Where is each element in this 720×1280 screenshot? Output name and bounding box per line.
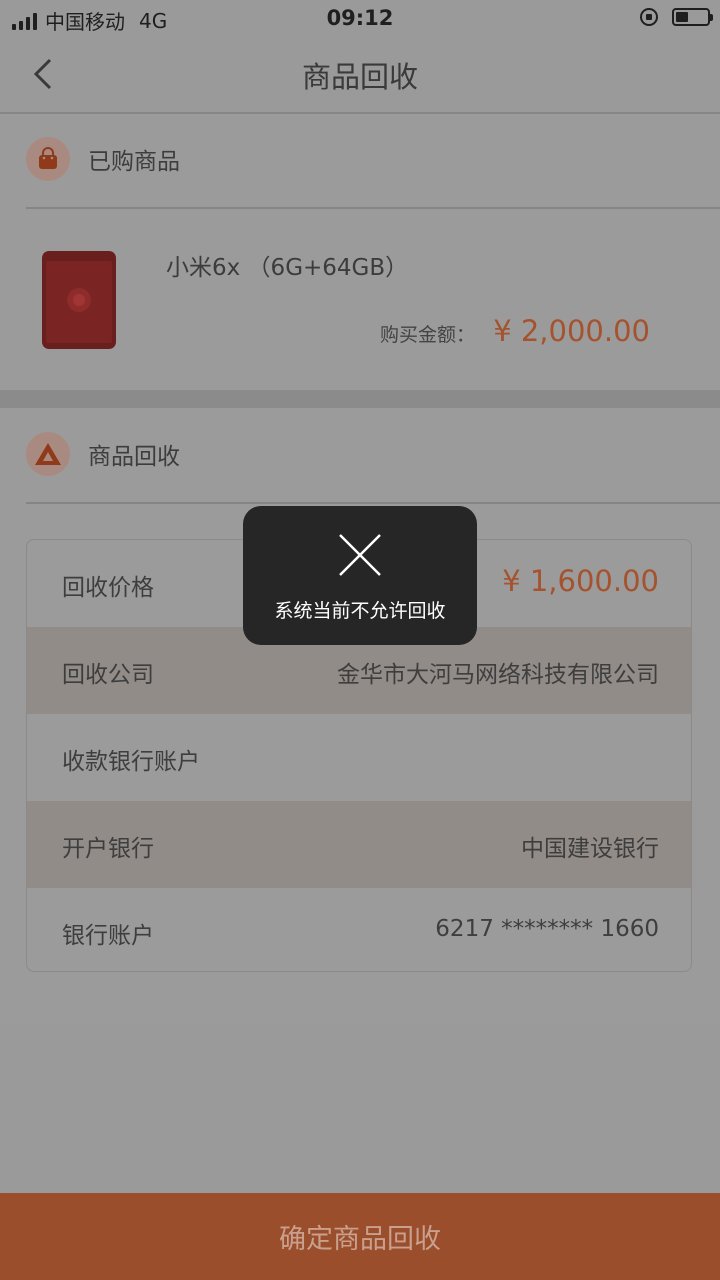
close-icon xyxy=(339,534,381,576)
flower-icon xyxy=(67,288,91,312)
purchase-price-label: 购买金额： xyxy=(380,324,476,346)
section-gap xyxy=(0,390,720,408)
bank-account-value: 6217 ******** 1660 xyxy=(435,916,659,942)
table-row: 开户银行 中国建设银行 xyxy=(27,801,691,888)
row-label: 开户银行 xyxy=(62,836,154,862)
purchase-price-value: ¥ 2,000.00 xyxy=(493,314,650,348)
recycle-header: 商品回收 xyxy=(26,432,180,476)
confirm-recycle-label: 确定商品回收 xyxy=(279,1224,441,1255)
row-label: 银行账户 xyxy=(62,923,154,949)
divider xyxy=(26,207,720,209)
product-image xyxy=(42,251,116,349)
row-label: 收款银行账户 xyxy=(62,749,200,775)
purchased-title: 已购商品 xyxy=(88,149,180,175)
table-row: 收款银行账户 xyxy=(27,714,691,801)
row-label: 回收价格 xyxy=(62,575,154,601)
battery-icon xyxy=(672,8,713,26)
recycle-icon xyxy=(26,432,70,476)
table-row: 银行账户 6217 ******** 1660 xyxy=(27,888,691,971)
rotation-lock-icon xyxy=(640,8,658,26)
status-right xyxy=(640,8,713,26)
status-bar: 中国移动 4G 09:12 xyxy=(0,0,720,36)
toast-message: 系统当前不允许回收 xyxy=(274,600,446,622)
row-label: 回收公司 xyxy=(62,662,154,688)
recycle-company-value: 金华市大河马网络科技有限公司 xyxy=(337,662,659,688)
error-toast: 系统当前不允许回收 xyxy=(243,506,477,645)
nav-bar: 商品回收 xyxy=(0,36,720,114)
confirm-recycle-button[interactable]: 确定商品回收 xyxy=(0,1193,720,1280)
recycle-title: 商品回收 xyxy=(88,444,180,470)
bank-name-value: 中国建设银行 xyxy=(521,836,659,862)
page-title: 商品回收 xyxy=(301,60,418,94)
recycle-price-value: ¥ 1,600.00 xyxy=(502,564,659,598)
purchased-header: 已购商品 xyxy=(26,137,180,181)
divider xyxy=(26,502,720,504)
product-name: 小米6x （6G+64GB） xyxy=(166,255,409,281)
shopping-bag-icon xyxy=(26,137,70,181)
status-time: 09:12 xyxy=(326,6,394,30)
